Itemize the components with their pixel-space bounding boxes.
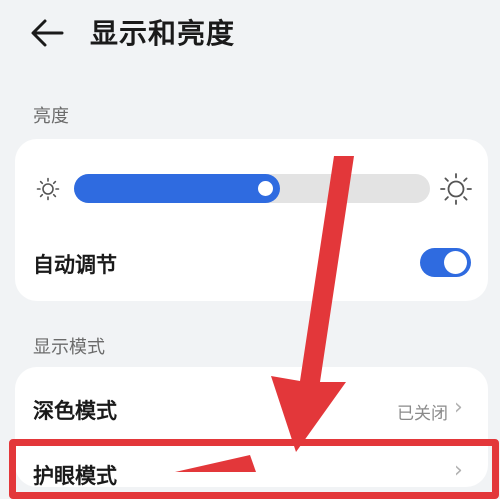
highlight-box bbox=[9, 439, 499, 499]
display-mode-section-label: 显示模式 bbox=[33, 337, 105, 358]
arrow-left-icon bbox=[31, 19, 64, 47]
sun-small-icon bbox=[36, 177, 60, 201]
dark-mode-status: 已关闭 bbox=[397, 404, 448, 424]
back-button[interactable] bbox=[26, 14, 70, 54]
brightness-section-label: 亮度 bbox=[33, 106, 69, 127]
brightness-slider-fill bbox=[74, 174, 280, 203]
chevron-right-icon: › bbox=[454, 395, 463, 420]
sun-large-icon bbox=[440, 173, 472, 205]
toggle-knob bbox=[444, 251, 467, 274]
auto-brightness-toggle[interactable] bbox=[420, 248, 471, 277]
page-title: 显示和亮度 bbox=[90, 17, 236, 50]
header: 显示和亮度 bbox=[0, 0, 500, 70]
auto-brightness-label: 自动调节 bbox=[33, 253, 117, 277]
brightness-slider[interactable] bbox=[74, 174, 430, 203]
brightness-slider-thumb[interactable] bbox=[255, 178, 276, 199]
dark-mode-label: 深色模式 bbox=[33, 399, 117, 423]
